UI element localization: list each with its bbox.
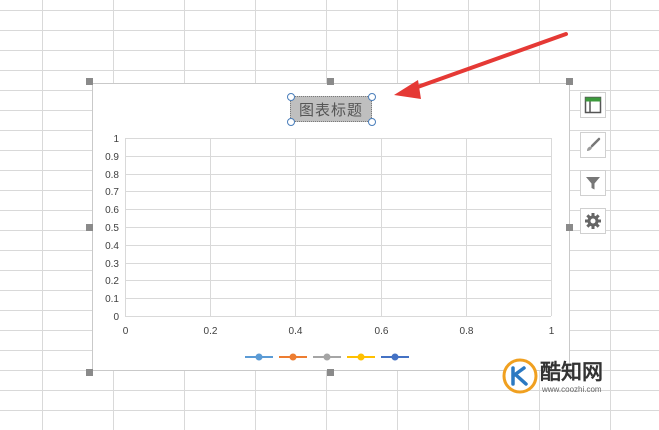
x-tick-label: 0.4	[289, 326, 303, 337]
legend-series-marker[interactable]	[391, 353, 399, 361]
x-tick-label: 0.8	[460, 326, 474, 337]
y-tick-label: 0.5	[105, 223, 119, 234]
watermark-logo-icon	[502, 358, 538, 394]
y-tick-label: 0.1	[105, 294, 119, 305]
legend-series-marker[interactable]	[289, 353, 297, 361]
chart-elements-button[interactable]	[580, 92, 606, 118]
title-handle-top-left[interactable]	[287, 93, 295, 101]
y-tick-label: 0.3	[105, 259, 119, 270]
x-tick-label: 1	[549, 326, 555, 337]
chart-settings-gear-icon	[585, 213, 601, 229]
legend-series-marker[interactable]	[323, 353, 331, 361]
watermark-name: 酷知网	[540, 360, 603, 384]
y-tick-label: 0	[113, 312, 119, 323]
y-tick-label: 0.8	[105, 170, 119, 181]
chart-title[interactable]: 图表标题	[290, 96, 372, 122]
y-tick-label: 0.9	[105, 152, 119, 163]
title-handle-top-right[interactable]	[368, 93, 376, 101]
annotation-arrow	[394, 32, 568, 99]
legend-series-marker[interactable]	[255, 353, 263, 361]
chart-settings-button[interactable]	[580, 208, 606, 234]
y-tick-label: 0.4	[105, 241, 119, 252]
title-handle-bottom-left[interactable]	[287, 118, 295, 126]
y-tick-label: 0.2	[105, 276, 119, 287]
x-tick-label: 0.2	[204, 326, 218, 337]
chart-style-brush-icon	[587, 137, 601, 151]
watermark-url: www.coozhi.com	[542, 385, 602, 394]
chart-filter-icon	[586, 177, 600, 190]
y-tick-label: 0.7	[105, 187, 119, 198]
chart-title-text: 图表标题	[298, 100, 363, 119]
y-tick-label: 1	[113, 134, 119, 145]
chart-styles-button[interactable]	[580, 132, 606, 158]
legend-series-marker[interactable]	[357, 353, 365, 361]
title-handle-bottom-right[interactable]	[368, 118, 376, 126]
chart-elements-icon	[584, 96, 602, 114]
y-tick-label: 0.6	[105, 205, 119, 216]
x-tick-label: 0	[123, 326, 129, 337]
x-tick-label: 0.6	[375, 326, 389, 337]
chart-filters-button[interactable]	[580, 170, 606, 196]
watermark: 酷知网 www.coozhi.com	[500, 352, 640, 407]
